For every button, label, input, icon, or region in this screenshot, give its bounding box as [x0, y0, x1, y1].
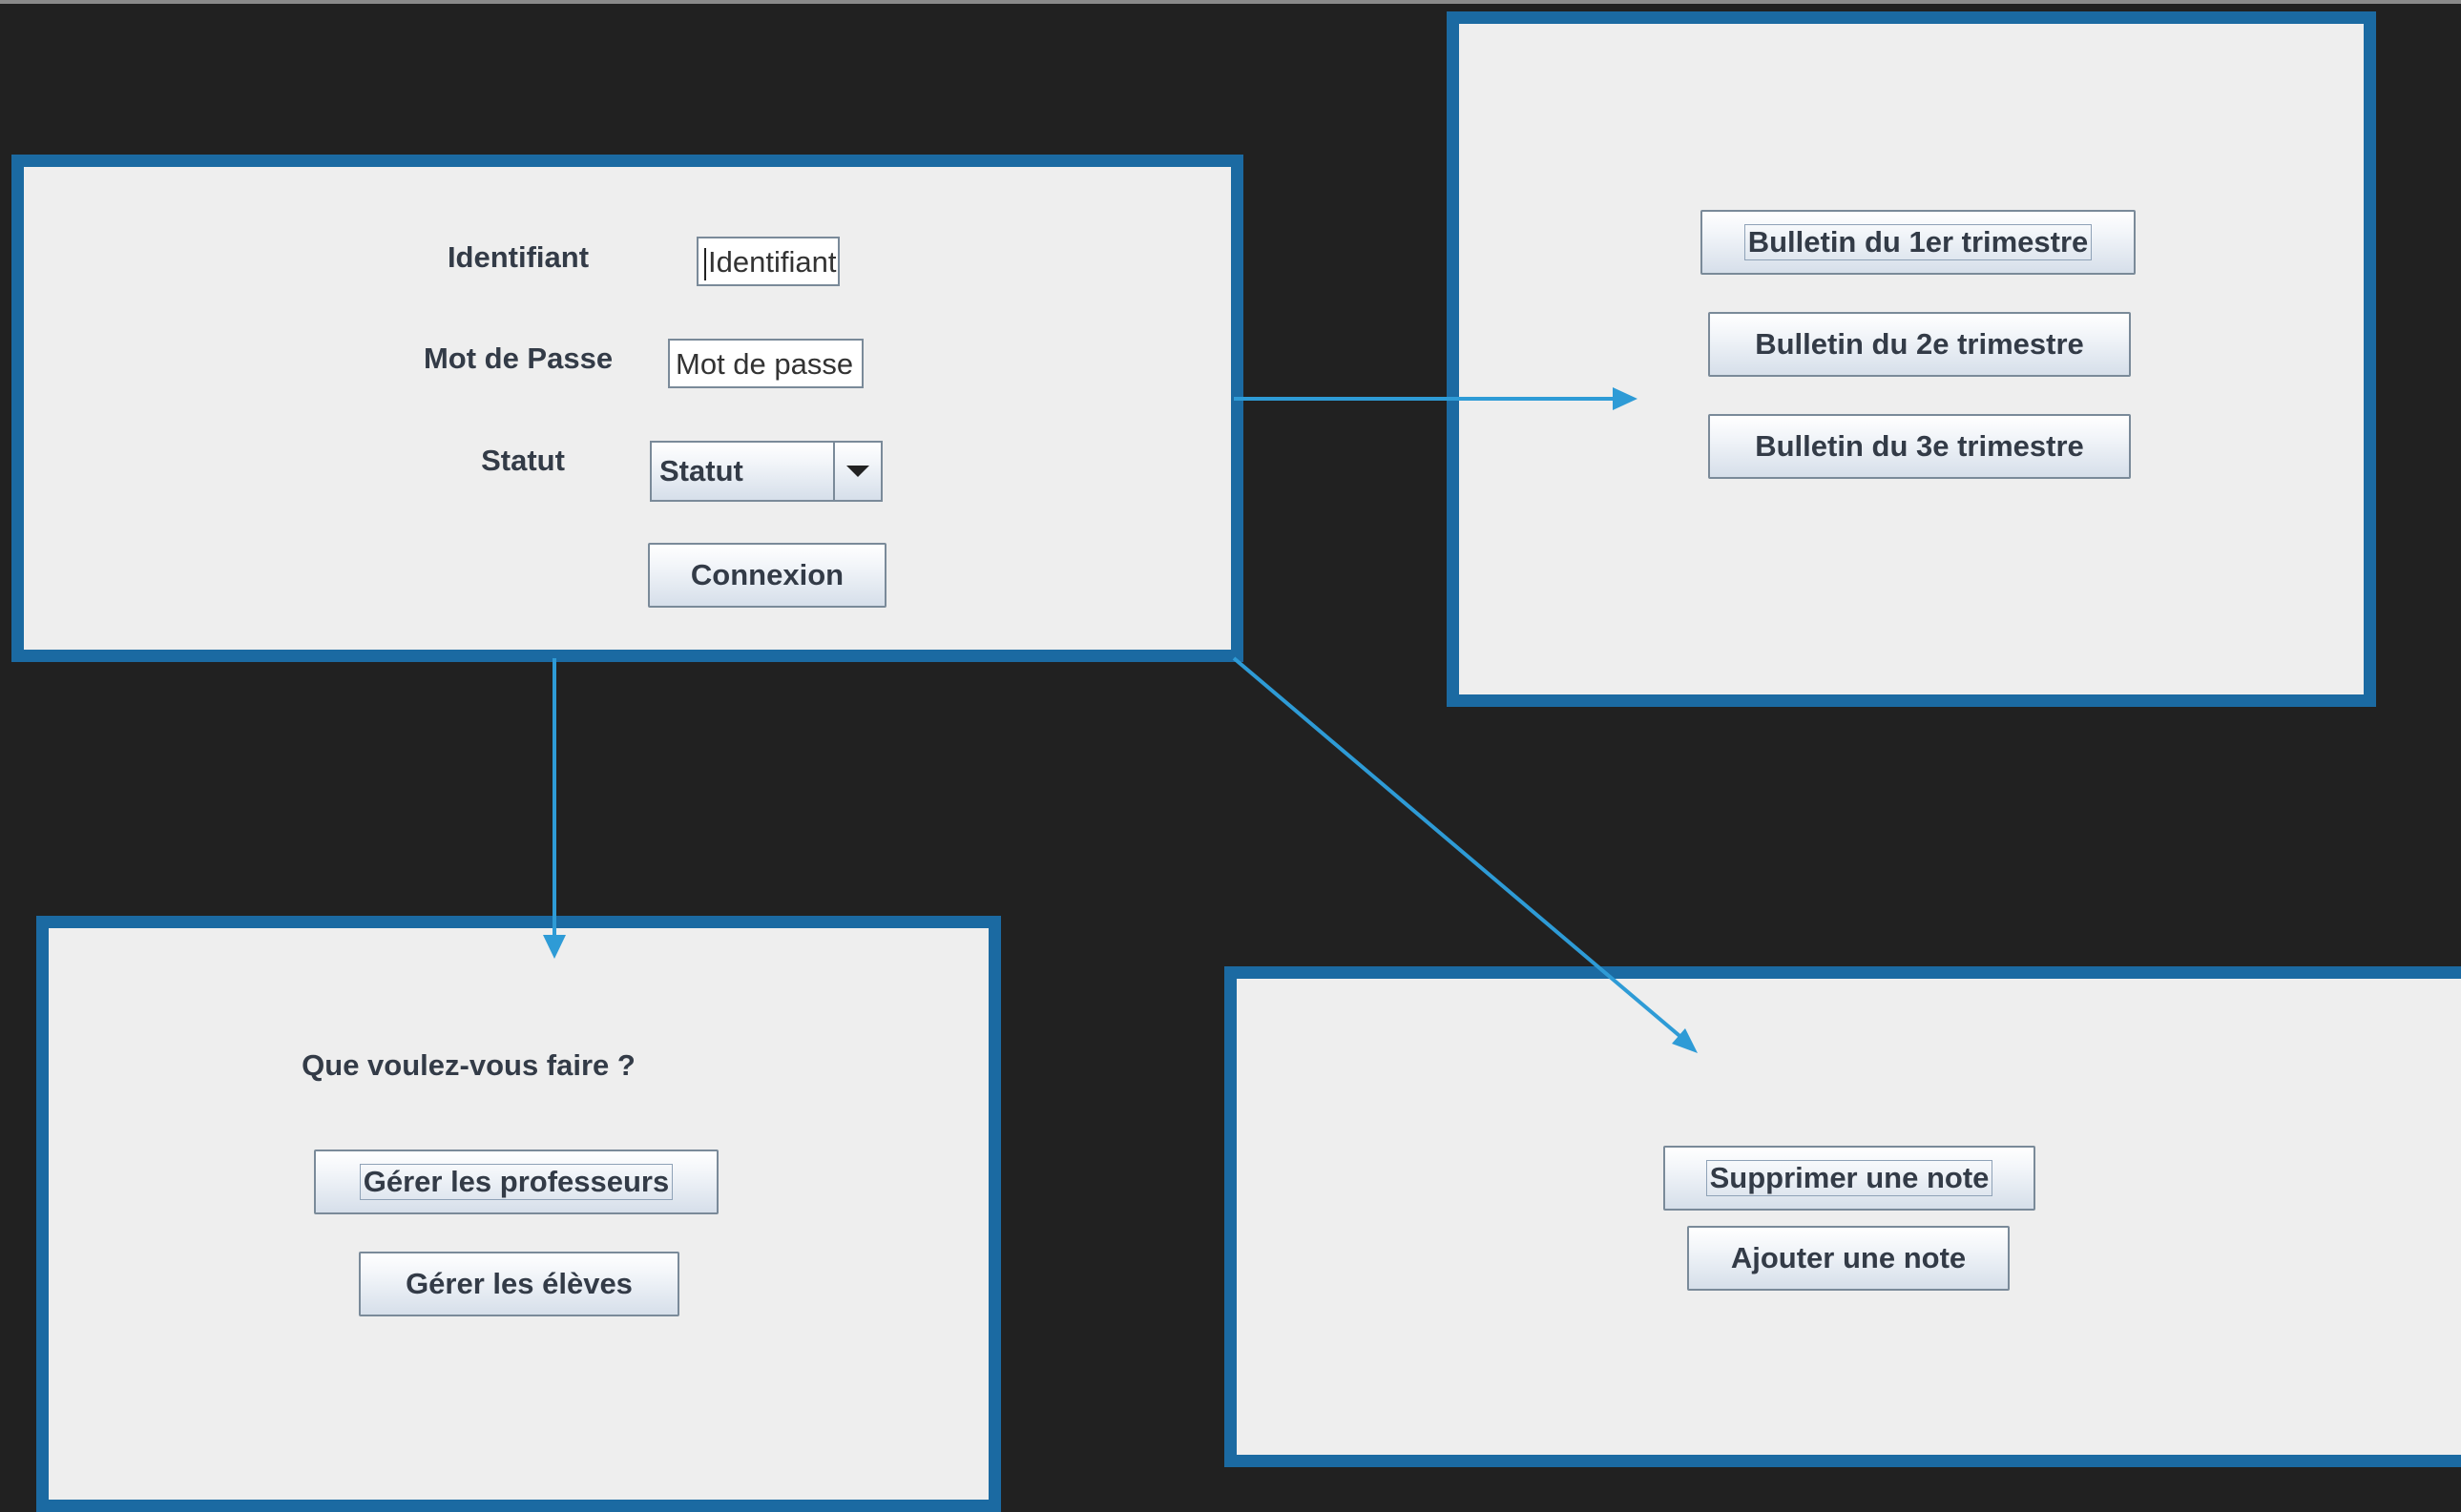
flow-arrows — [543, 387, 1698, 1053]
arrowhead-bulletin — [1613, 387, 1637, 410]
arrow-to-notes — [1232, 656, 1686, 1042]
arrowhead-admin — [543, 935, 566, 959]
